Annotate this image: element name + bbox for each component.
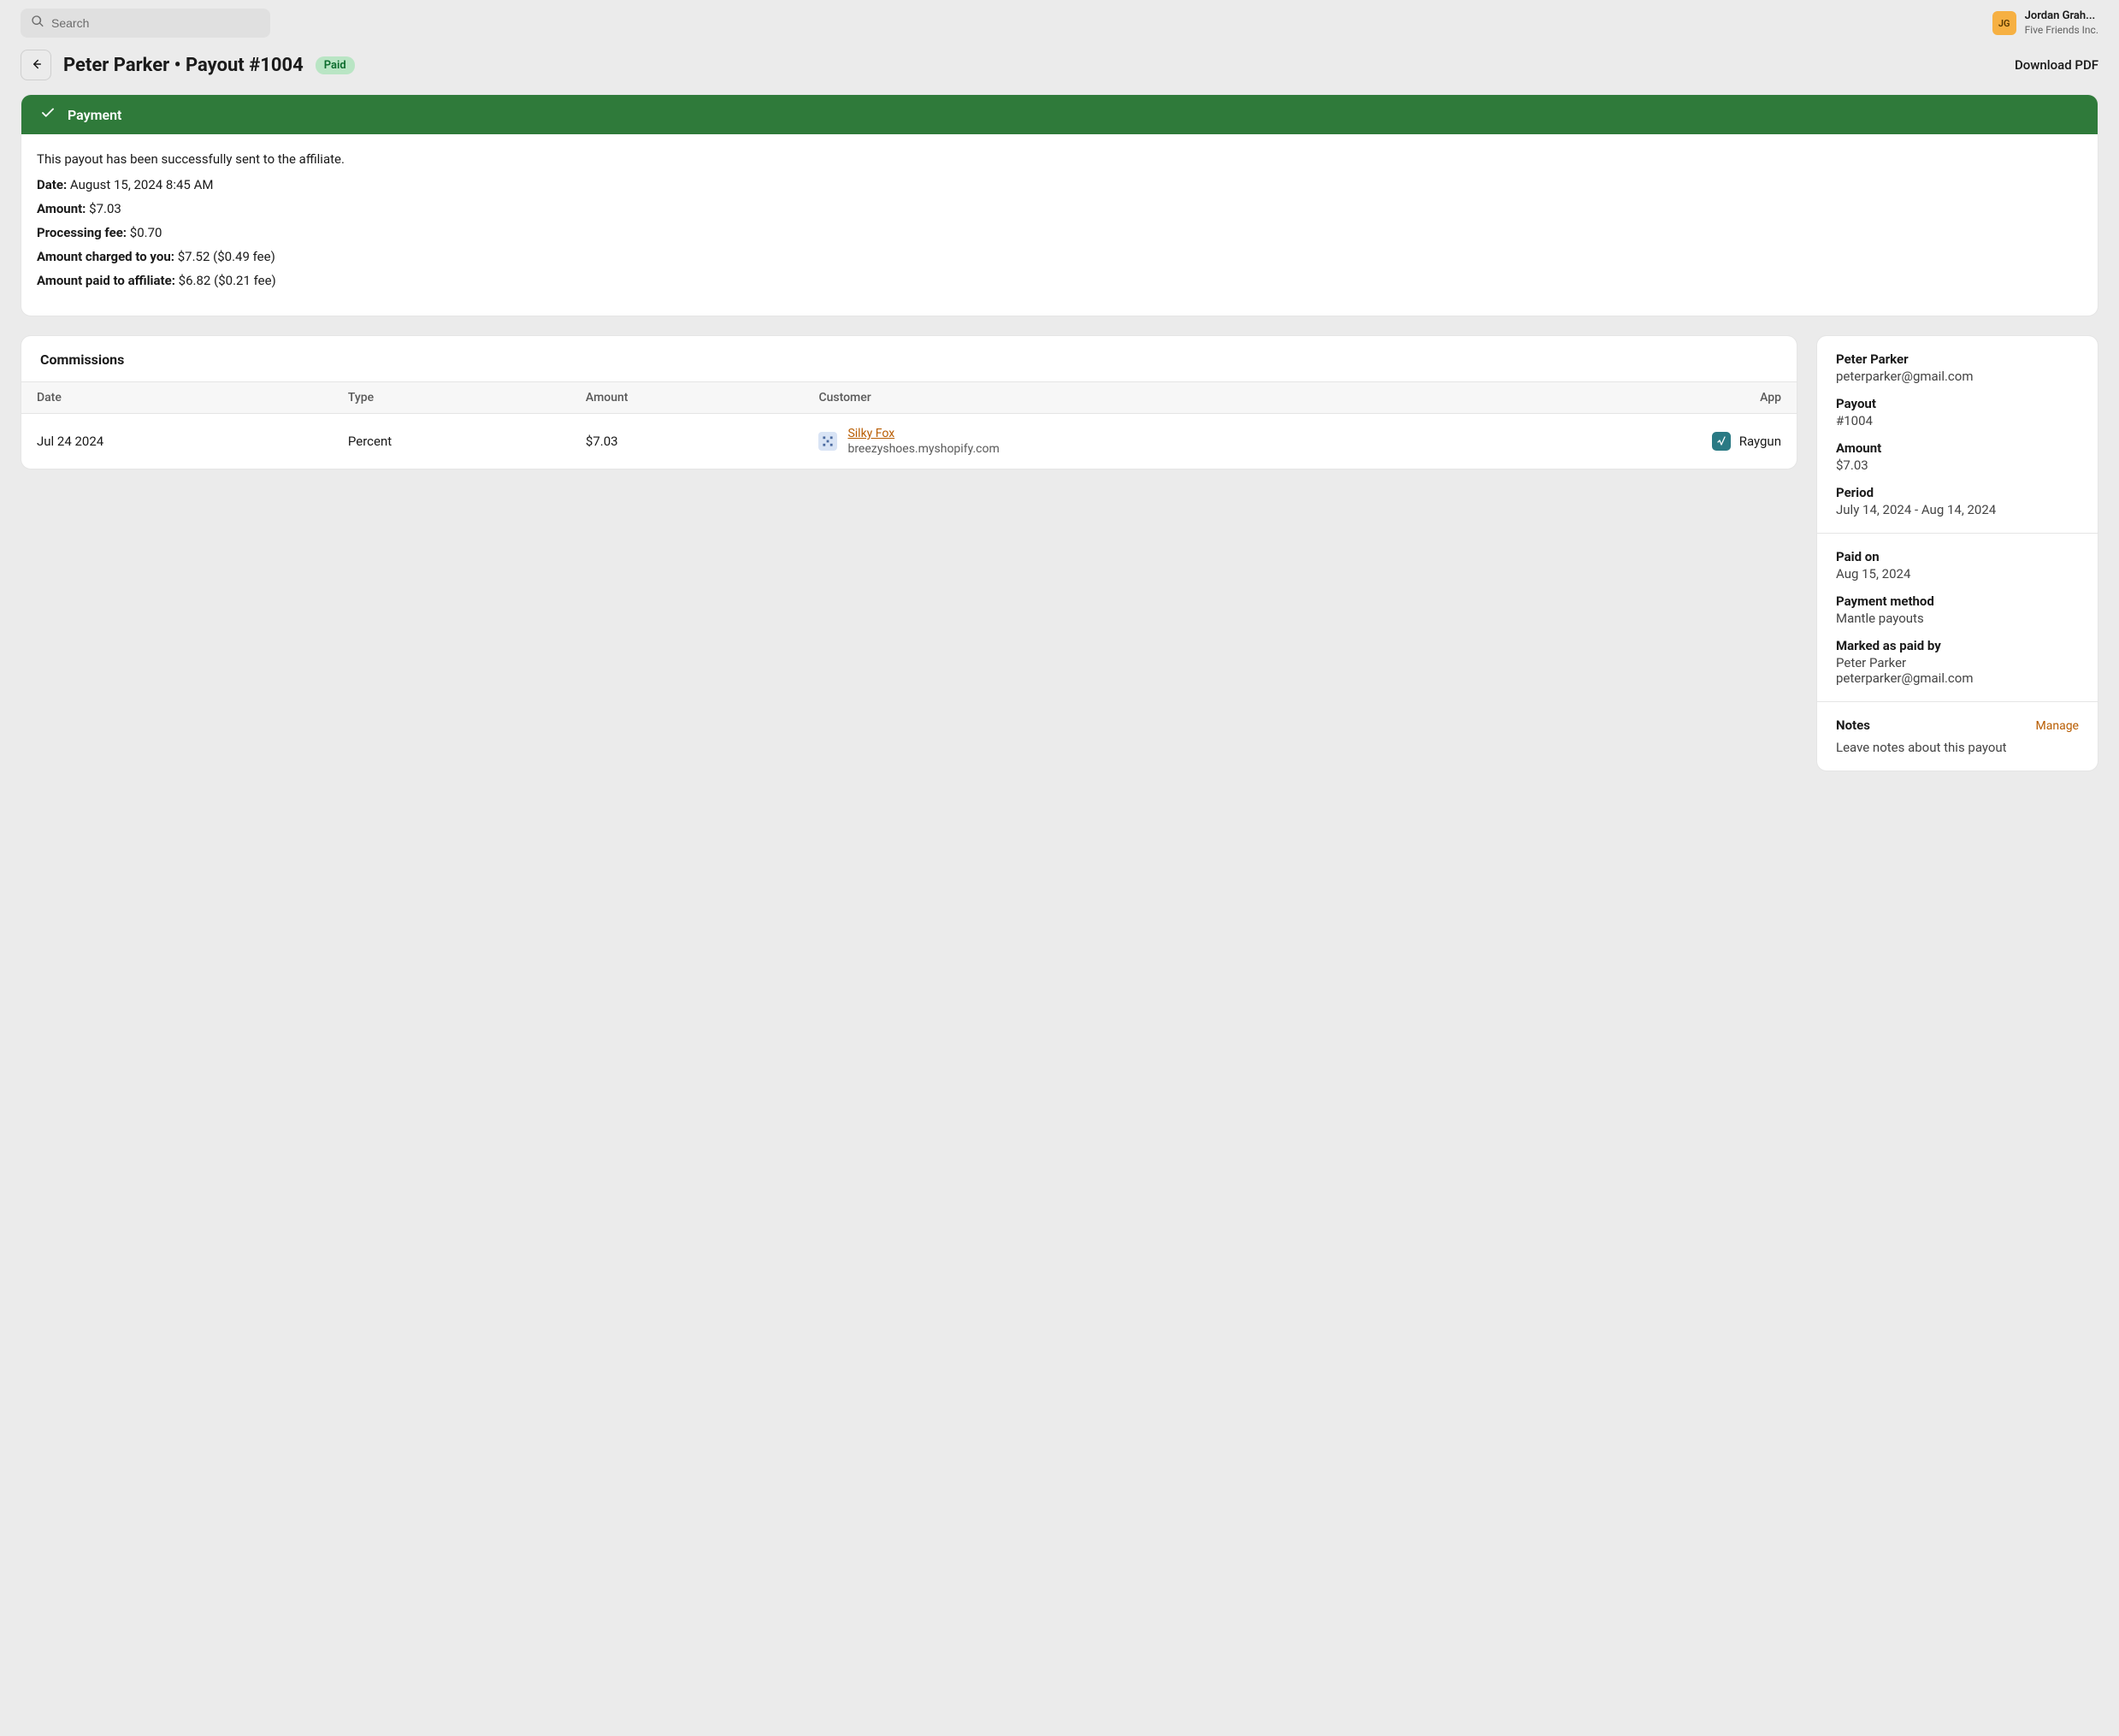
user-name: Jordan Grah... bbox=[2025, 9, 2098, 23]
period-value: July 14, 2024 - Aug 14, 2024 bbox=[1836, 502, 2079, 517]
arrow-left-icon bbox=[28, 56, 44, 74]
customer-link[interactable]: Silky Fox bbox=[847, 426, 999, 441]
search-input[interactable] bbox=[51, 16, 260, 30]
user-org: Five Friends Inc. bbox=[2025, 24, 2098, 37]
notes-placeholder: Leave notes about this payout bbox=[1836, 740, 2079, 755]
back-button[interactable] bbox=[21, 50, 51, 80]
payment-amount-value: $7.03 bbox=[89, 201, 121, 216]
amount-label: Amount bbox=[1836, 440, 2079, 456]
payment-card: Payment This payout has been successfull… bbox=[21, 94, 2098, 316]
affiliate-email: peterparker@gmail.com bbox=[1836, 369, 2079, 384]
check-icon bbox=[40, 105, 56, 124]
col-amount: Amount bbox=[570, 382, 804, 414]
payment-section-title: Payment bbox=[68, 107, 121, 123]
payment-fee-label: Processing fee: bbox=[37, 225, 127, 240]
method-value: Mantle payouts bbox=[1836, 611, 2079, 626]
payment-date-label: Date: bbox=[37, 177, 67, 192]
marked-email: peterparker@gmail.com bbox=[1836, 670, 2079, 686]
payment-charged-value: $7.52 ($0.49 fee) bbox=[178, 249, 275, 264]
avatar: JG bbox=[1992, 11, 2016, 35]
commissions-card: Commissions Date Type Amount Customer Ap… bbox=[21, 335, 1797, 469]
user-menu[interactable]: JG Jordan Grah... Five Friends Inc. bbox=[1992, 9, 2098, 36]
notes-label: Notes bbox=[1836, 717, 1870, 733]
cell-type: Percent bbox=[333, 414, 570, 469]
payment-fee-value: $0.70 bbox=[130, 225, 162, 240]
payment-date-value: August 15, 2024 8:45 AM bbox=[70, 177, 214, 192]
payment-amount-label: Amount: bbox=[37, 201, 86, 216]
status-badge: Paid bbox=[316, 56, 355, 74]
col-app: App bbox=[1477, 382, 1797, 414]
paid-on-value: Aug 15, 2024 bbox=[1836, 566, 2079, 582]
col-date: Date bbox=[21, 382, 333, 414]
customer-avatar bbox=[818, 432, 837, 451]
search-box[interactable] bbox=[21, 9, 270, 38]
commissions-title: Commissions bbox=[21, 336, 1797, 381]
affiliate-name: Peter Parker bbox=[1836, 351, 2079, 367]
customer-domain: breezyshoes.myshopify.com bbox=[847, 441, 999, 457]
amount-value: $7.03 bbox=[1836, 458, 2079, 473]
cell-date: Jul 24 2024 bbox=[21, 414, 333, 469]
col-type: Type bbox=[333, 382, 570, 414]
app-icon bbox=[1712, 432, 1731, 451]
search-icon bbox=[31, 15, 44, 32]
marked-name: Peter Parker bbox=[1836, 655, 2079, 670]
sidebar-card: Peter Parker peterparker@gmail.com Payou… bbox=[1816, 335, 2098, 771]
method-label: Payment method bbox=[1836, 593, 2079, 609]
payment-success-message: This payout has been successfully sent t… bbox=[37, 151, 2082, 167]
paid-on-label: Paid on bbox=[1836, 549, 2079, 564]
manage-notes-link[interactable]: Manage bbox=[2036, 719, 2079, 733]
cell-amount: $7.03 bbox=[570, 414, 804, 469]
page-title: Peter Parker • Payout #1004 bbox=[63, 55, 304, 76]
download-pdf-link[interactable]: Download PDF bbox=[2015, 57, 2098, 73]
app-name: Raygun bbox=[1739, 434, 1781, 449]
payment-paid-label: Amount paid to affiliate: bbox=[37, 273, 175, 288]
marked-label: Marked as paid by bbox=[1836, 638, 2079, 653]
payment-paid-value: $6.82 ($0.21 fee) bbox=[179, 273, 276, 288]
period-label: Period bbox=[1836, 485, 2079, 500]
table-row: Jul 24 2024 Percent $7.03 Silky Fox bbox=[21, 414, 1797, 469]
payout-label: Payout bbox=[1836, 396, 2079, 411]
payout-value: #1004 bbox=[1836, 413, 2079, 428]
payment-charged-label: Amount charged to you: bbox=[37, 249, 174, 264]
col-customer: Customer bbox=[803, 382, 1477, 414]
